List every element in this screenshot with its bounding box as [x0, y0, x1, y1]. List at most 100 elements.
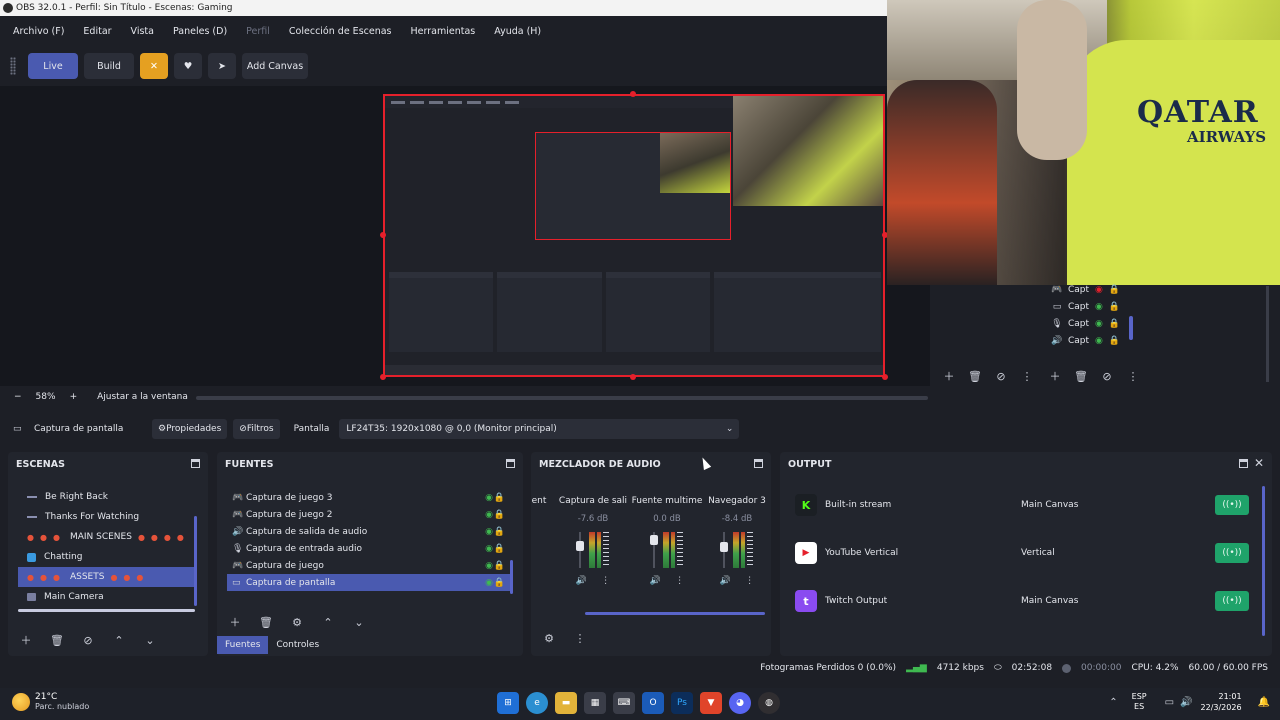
lock-icon[interactable]: 🔒 — [1109, 302, 1120, 312]
list-item[interactable]: ▭ Capt ◉ 🔒 — [1050, 302, 1120, 312]
source-item[interactable]: ▭ Captura de pantalla ◉ 🔒 — [227, 574, 511, 591]
fader-knob[interactable] — [576, 541, 584, 552]
float-icon[interactable] — [506, 459, 515, 468]
live-button[interactable]: Live — [28, 53, 78, 79]
toolbar-grip-handle[interactable] — [10, 57, 16, 75]
transform-handle[interactable] — [380, 232, 386, 238]
lock-icon[interactable]: 🔒 — [494, 578, 505, 588]
eye-hidden-icon[interactable]: ◉ — [1095, 285, 1103, 295]
start-stream-button[interactable]: ((•)) — [1215, 591, 1249, 611]
volume-fader[interactable] — [717, 530, 757, 570]
transform-handle[interactable] — [630, 374, 636, 380]
eye-icon[interactable]: ◉ — [1095, 336, 1103, 346]
start-stream-button[interactable]: ((•)) — [1215, 543, 1249, 563]
scene-item-be-right-back[interactable]: Be Right Back — [18, 487, 194, 507]
lock-icon[interactable]: 🔒 — [1109, 336, 1120, 346]
move-up-button[interactable]: ⌃ — [316, 616, 340, 629]
remove-scene-button[interactable]: 🗑 — [45, 634, 69, 647]
outlook-icon[interactable]: O — [642, 692, 664, 714]
menu-vista[interactable]: Vista — [131, 26, 154, 37]
fader-knob[interactable] — [650, 534, 658, 545]
float-icon[interactable] — [1239, 459, 1248, 468]
more-icon[interactable]: ⋮ — [1016, 370, 1038, 383]
store-icon[interactable]: ▦ — [584, 692, 606, 714]
plus-icon[interactable]: ＋ — [1044, 368, 1066, 384]
gear-icon[interactable]: ⚙ — [537, 632, 561, 645]
remove-source-button[interactable]: 🗑 — [254, 616, 278, 629]
lock-icon[interactable]: 🔒 — [494, 527, 505, 537]
move-up-button[interactable]: ⌃ — [107, 634, 131, 647]
weather-widget[interactable]: 21°C Parc. nublado — [12, 692, 89, 711]
list-item[interactable]: 🎙 Capt ◉ 🔒 — [1050, 319, 1120, 329]
eye-icon[interactable]: ◉ — [485, 544, 493, 554]
lock-icon[interactable]: 🔒 — [1109, 319, 1120, 329]
transform-handle[interactable] — [630, 91, 636, 97]
trash-icon[interactable]: 🗑 — [1070, 370, 1092, 383]
speaker-icon[interactable]: 🔊 — [650, 576, 661, 586]
filters-button[interactable]: ⊘ Filtros — [233, 419, 280, 439]
filter-icon[interactable]: ⊘ — [1096, 370, 1118, 383]
more-icon[interactable]: ⋮ — [1122, 370, 1144, 383]
scene-item-thanks-for-watching[interactable]: Thanks For Watching — [18, 507, 194, 527]
discord-icon[interactable]: ◕ — [729, 692, 751, 714]
plus-icon[interactable]: ＋ — [938, 368, 960, 384]
source-item[interactable]: 🎮 Captura de juego 2 ◉ 🔒 — [227, 506, 511, 523]
lock-icon[interactable]: 🔒 — [494, 510, 505, 520]
properties-button[interactable]: ⚙ Propiedades — [152, 419, 228, 439]
terminal-icon[interactable]: ⌨ — [613, 692, 635, 714]
output-scrollbar[interactable] — [1262, 486, 1265, 636]
more-icon[interactable]: ⋮ — [675, 576, 684, 586]
photoshop-icon[interactable]: Ps — [671, 692, 693, 714]
source-item[interactable]: 🎮 Captura de juego 3 ◉ 🔒 — [227, 489, 511, 506]
fader-knob[interactable] — [720, 542, 728, 553]
zoom-out-button[interactable]: − — [14, 392, 22, 402]
eye-icon[interactable]: ◉ — [1095, 302, 1103, 312]
list-item[interactable]: 🔊 Capt ◉ 🔒 — [1050, 336, 1120, 346]
float-icon[interactable] — [754, 459, 763, 468]
add-scene-button[interactable]: ＋ — [14, 632, 38, 648]
language-indicator[interactable]: ESP ES — [1132, 692, 1147, 712]
source-item[interactable]: 🔊 Captura de salida de audio ◉ 🔒 — [227, 523, 511, 540]
favorite-button[interactable]: ♥ — [174, 53, 202, 79]
chevron-up-icon[interactable]: ⌃ — [1109, 697, 1117, 708]
eye-icon[interactable]: ◉ — [1095, 319, 1103, 329]
obs-icon[interactable]: ◍ — [758, 692, 780, 714]
float-icon[interactable] — [191, 459, 200, 468]
folder-icon[interactable]: ▬ — [555, 692, 577, 714]
eye-icon[interactable]: ◉ — [485, 493, 493, 503]
brave-icon[interactable]: ▼ — [700, 692, 722, 714]
transform-handle[interactable] — [882, 374, 888, 380]
clock[interactable]: 21:01 22/3/2026 — [1201, 691, 1242, 713]
network-icon[interactable]: ▭ — [1165, 697, 1174, 708]
source-item[interactable]: 🎮 Captura de juego ◉ 🔒 — [227, 557, 511, 574]
build-button[interactable]: Build — [84, 53, 134, 79]
sources-scrollbar[interactable] — [510, 560, 513, 594]
volume-fader[interactable] — [647, 530, 687, 570]
menu-coleccion-escenas[interactable]: Colección de Escenas — [289, 26, 392, 37]
tab-controles[interactable]: Controles — [268, 636, 327, 654]
start-stream-button[interactable]: ((•)) — [1215, 495, 1249, 515]
menu-editar[interactable]: Editar — [83, 26, 111, 37]
close-icon[interactable]: ✕ — [1254, 456, 1264, 470]
move-down-button[interactable]: ⌄ — [347, 616, 371, 629]
mixer-horizontal-scrollbar[interactable] — [585, 612, 765, 615]
speaker-icon[interactable]: 🔊 — [576, 576, 587, 586]
lock-icon[interactable]: 🔒 — [1109, 285, 1120, 295]
menu-paneles[interactable]: Paneles (D) — [173, 26, 227, 37]
eye-icon[interactable]: ◉ — [485, 561, 493, 571]
zoom-in-button[interactable]: + — [70, 392, 78, 402]
scenes-scrollbar[interactable] — [194, 516, 197, 606]
add-canvas-button[interactable]: Add Canvas — [242, 53, 308, 79]
menu-herramientas[interactable]: Herramientas — [411, 26, 476, 37]
lock-icon[interactable]: 🔒 — [494, 544, 505, 554]
menu-archivo[interactable]: Archivo (F) — [13, 26, 64, 37]
more-icon[interactable]: ⋮ — [568, 632, 592, 645]
start-icon[interactable]: ⊞ — [497, 692, 519, 714]
speaker-icon[interactable]: 🔊 — [720, 576, 731, 586]
edge-icon[interactable]: e — [526, 692, 548, 714]
volume-fader[interactable] — [573, 530, 613, 570]
menu-ayuda[interactable]: Ayuda (H) — [494, 26, 541, 37]
scene-item-chatting[interactable]: Chatting — [18, 547, 194, 567]
tab-fuentes[interactable]: Fuentes — [217, 636, 269, 654]
more-icon[interactable]: ⋮ — [601, 576, 610, 586]
